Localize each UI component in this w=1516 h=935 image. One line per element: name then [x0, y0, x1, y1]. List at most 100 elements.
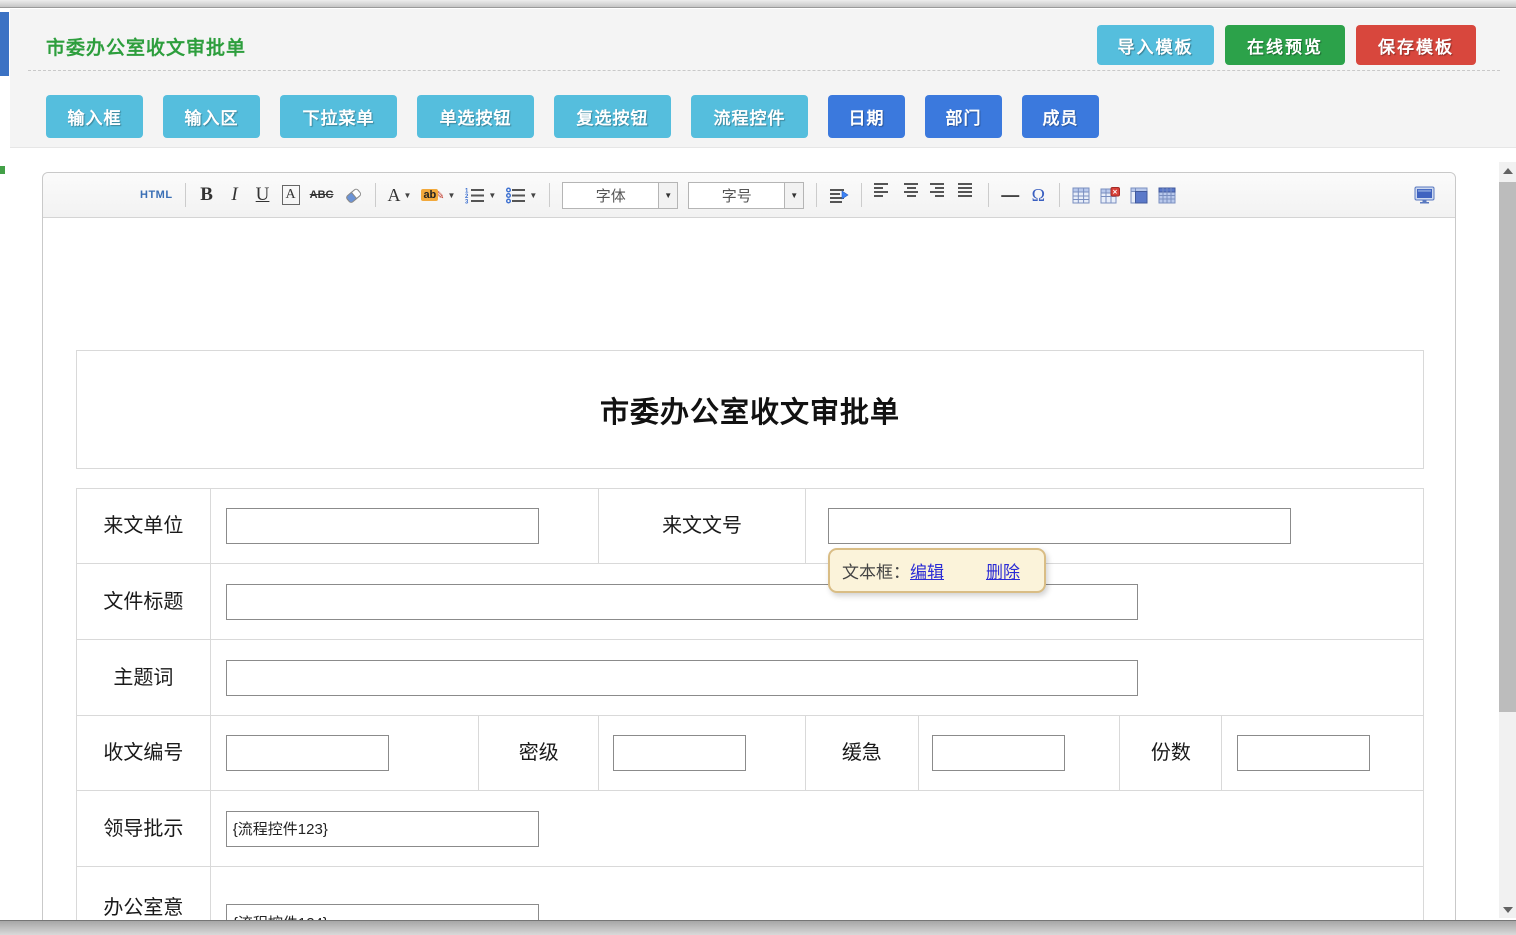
- tooltip-delete-link[interactable]: 删除: [986, 558, 1020, 583]
- scrollbar-down-arrow-icon[interactable]: [1499, 901, 1516, 918]
- indent-icon[interactable]: [829, 181, 849, 209]
- save-template-button[interactable]: 保存模板: [1356, 25, 1476, 65]
- leader-instructions-input[interactable]: [226, 811, 539, 847]
- editor-canvas[interactable]: 市委办公室收文审批单 来文单位 来文文号 文件标题: [43, 218, 1455, 935]
- font-color-icon[interactable]: A▼: [388, 181, 412, 209]
- form-table: 来文单位 来文文号 文件标题: [76, 488, 1424, 935]
- underline-icon[interactable]: U: [254, 181, 272, 209]
- highlight-color-icon[interactable]: ab✎▼: [421, 181, 455, 209]
- palette-department-button[interactable]: 部门: [925, 95, 1002, 138]
- document-number-input[interactable]: [828, 508, 1291, 544]
- toolbar-separator: [375, 183, 376, 207]
- cell-document-title: [211, 564, 1423, 639]
- cell-copies: [1222, 716, 1423, 790]
- ordered-list-icon[interactable]: 123 ▼: [465, 181, 496, 209]
- label-security-level: 密级: [479, 716, 599, 790]
- char-border-icon[interactable]: A: [282, 185, 300, 205]
- label-urgency: 缓急: [806, 716, 919, 790]
- delete-table-icon[interactable]: ×: [1100, 181, 1120, 209]
- form-title: 市委办公室收文审批单: [600, 389, 900, 431]
- table-row: 主题词: [77, 640, 1423, 716]
- label-subject-words: 主题词: [77, 640, 211, 715]
- special-character-icon[interactable]: Ω: [1029, 181, 1047, 209]
- cell-leader-instructions: [211, 791, 1423, 866]
- palette-input-box-button[interactable]: 输入框: [46, 95, 143, 138]
- background-window-dot: [0, 166, 5, 174]
- cell-properties-icon[interactable]: [1130, 181, 1148, 209]
- toolbar-separator: [549, 183, 550, 207]
- label-document-number: 来文文号: [599, 489, 806, 563]
- chevron-down-icon[interactable]: ▼: [784, 183, 803, 208]
- palette-textarea-button[interactable]: 输入区: [163, 95, 260, 138]
- cell-security-level: [599, 716, 806, 790]
- security-level-input[interactable]: [613, 735, 746, 771]
- import-template-button[interactable]: 导入模板: [1097, 25, 1214, 65]
- align-center-icon[interactable]: [902, 181, 920, 209]
- table-row: 领导批示: [77, 791, 1423, 867]
- editor-panel: HTML B I U A ABC A▼ ab✎▼ 123 ▼ ▼ 字体: [42, 172, 1456, 935]
- remove-format-eraser-icon[interactable]: [344, 181, 363, 209]
- control-edit-tooltip: 文本框： 编辑 删除: [828, 548, 1046, 593]
- unordered-list-icon[interactable]: ▼: [506, 181, 537, 209]
- cell-source-unit: [211, 489, 599, 563]
- palette-date-button[interactable]: 日期: [828, 95, 905, 138]
- label-source-unit: 来文单位: [77, 489, 211, 563]
- table-row: 来文单位 来文文号: [77, 489, 1423, 564]
- table-properties-icon[interactable]: [1158, 181, 1176, 209]
- label-leader-instructions: 领导批示: [77, 791, 211, 866]
- font-size-select[interactable]: 字号 ▼: [688, 182, 804, 209]
- horizontal-rule-icon[interactable]: —: [1001, 181, 1019, 209]
- tooltip-label: 文本框：: [842, 558, 910, 583]
- subject-words-input[interactable]: [226, 660, 1138, 696]
- palette-member-button[interactable]: 成员: [1022, 95, 1099, 138]
- background-window-strip: [0, 12, 9, 76]
- control-palette: 输入框 输入区 下拉菜单 单选按钮 复选按钮 流程控件 日期 部门 成员: [46, 95, 1099, 138]
- palette-dropdown-button[interactable]: 下拉菜单: [280, 95, 397, 138]
- toolbar-separator: [988, 183, 989, 207]
- fullscreen-icon[interactable]: [1414, 181, 1435, 209]
- toolbar-separator: [1059, 183, 1060, 207]
- urgency-input[interactable]: [932, 735, 1065, 771]
- header-actions: 导入模板 在线预览 保存模板: [1097, 25, 1476, 65]
- palette-flow-control-button[interactable]: 流程控件: [691, 95, 808, 138]
- dashed-divider: [28, 70, 1500, 71]
- window-bottom-edge: [0, 920, 1516, 935]
- svg-text:×: ×: [1113, 187, 1118, 196]
- toolbar-separator: [185, 183, 186, 207]
- toolbar-separator: [861, 183, 862, 207]
- page: 市委办公室收文审批单 导入模板 在线预览 保存模板 输入框 输入区 下拉菜单 单…: [0, 0, 1516, 935]
- vertical-scrollbar[interactable]: [1499, 162, 1516, 918]
- window-top-edge: [0, 0, 1516, 8]
- align-right-icon[interactable]: [930, 181, 948, 209]
- form-title-box: 市委办公室收文审批单: [76, 350, 1424, 469]
- copies-input[interactable]: [1237, 735, 1370, 771]
- font-family-select[interactable]: 字体 ▼: [562, 182, 678, 209]
- source-unit-input[interactable]: [226, 508, 539, 544]
- scrollbar-up-arrow-icon[interactable]: [1499, 162, 1516, 179]
- scrollbar-thumb[interactable]: [1499, 182, 1516, 712]
- align-justify-icon[interactable]: [958, 181, 976, 209]
- insert-table-icon[interactable]: [1072, 181, 1090, 209]
- strikethrough-icon[interactable]: ABC: [310, 181, 334, 209]
- label-copies: 份数: [1120, 716, 1222, 790]
- cell-subject-words: [211, 640, 1423, 715]
- palette-checkbox-button[interactable]: 复选按钮: [554, 95, 671, 138]
- toolbar-separator: [816, 183, 817, 207]
- online-preview-button[interactable]: 在线预览: [1225, 25, 1345, 65]
- table-row: 收文编号 密级 缓急 份数: [77, 716, 1423, 791]
- receipt-number-input[interactable]: [226, 735, 389, 771]
- bold-icon[interactable]: B: [198, 181, 216, 209]
- chevron-down-icon[interactable]: ▼: [658, 183, 677, 208]
- html-source-icon[interactable]: HTML: [140, 181, 173, 209]
- label-document-title: 文件标题: [77, 564, 211, 639]
- italic-icon[interactable]: I: [226, 181, 244, 209]
- align-left-icon[interactable]: [874, 181, 892, 209]
- page-title: 市委办公室收文审批单: [46, 33, 246, 60]
- tooltip-edit-link[interactable]: 编辑: [910, 558, 944, 583]
- label-receipt-number: 收文编号: [77, 716, 211, 790]
- cell-receipt-number: [211, 716, 480, 790]
- table-row: 文件标题: [77, 564, 1423, 640]
- palette-radio-button[interactable]: 单选按钮: [417, 95, 534, 138]
- svg-text:3: 3: [465, 199, 469, 204]
- editor-toolbar: HTML B I U A ABC A▼ ab✎▼ 123 ▼ ▼ 字体: [43, 173, 1455, 218]
